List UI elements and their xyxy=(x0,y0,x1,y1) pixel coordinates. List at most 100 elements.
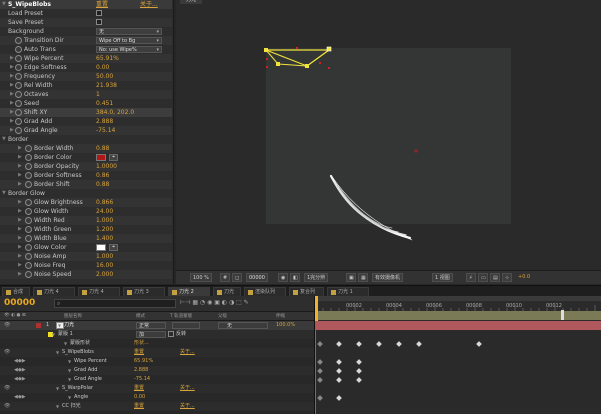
about-link[interactable]: 关于... xyxy=(180,384,195,393)
expand-arrow-icon[interactable]: ▼ xyxy=(56,402,59,411)
effect-row-value[interactable]: 16.00 xyxy=(96,261,113,270)
timeline-icon[interactable]: ▤ xyxy=(490,273,500,282)
timeline-layer-row[interactable]: ▼ 蒙版 1 加 反转 xyxy=(0,330,314,339)
effect-row-noise-freq[interactable]: ▶ Noise Freq 16.00 xyxy=(0,261,172,270)
timeline-switches-icon[interactable]: ⊢⊣ ▦ ◔ ◉ ▣ ◐ ◑ ⬚ ✎ xyxy=(180,299,249,306)
composition-viewer[interactable]: 刀光 xyxy=(176,0,601,284)
effect-dropdown[interactable]: Wipe Off to Bg xyxy=(96,37,162,44)
effect-row-noise-amp[interactable]: ▶ Noise Amp 1.000 xyxy=(0,252,172,261)
about-link[interactable]: 关于... xyxy=(180,402,195,411)
stopwatch-icon[interactable] xyxy=(25,145,32,152)
timeline-tracks[interactable] xyxy=(314,321,601,414)
effect-row-value[interactable]: 0.00 xyxy=(96,63,109,72)
stopwatch-icon[interactable] xyxy=(25,199,32,206)
property-value[interactable]: 0.00 xyxy=(134,393,145,402)
expand-arrow-icon[interactable]: ▶ xyxy=(10,72,14,81)
stopwatch-icon[interactable] xyxy=(25,262,32,269)
expand-arrow-icon[interactable]: ▶ xyxy=(18,252,22,261)
region-icon[interactable]: ▣ xyxy=(346,273,356,282)
camera-dropdown[interactable]: 有效摄像机 xyxy=(372,273,404,282)
expand-arrow-icon[interactable]: ▶ xyxy=(18,198,22,207)
effect-row-value[interactable]: 0.88 xyxy=(96,144,109,153)
checkbox[interactable] xyxy=(96,19,102,25)
keyframe-marker[interactable] xyxy=(317,367,323,374)
effect-row-background[interactable]: Background 无 xyxy=(0,27,172,36)
stretch-value[interactable]: 100.0% xyxy=(276,321,295,330)
keyframe-marker[interactable] xyxy=(356,358,362,365)
expand-arrow-icon[interactable]: ▶ xyxy=(10,81,14,90)
effect-row-value[interactable]: -75.14 xyxy=(96,126,115,135)
effect-row-value[interactable]: 0.86 xyxy=(96,171,109,180)
stopwatch-icon[interactable] xyxy=(25,244,32,251)
effect-row-value[interactable]: 1.000 xyxy=(96,216,113,225)
layer-name[interactable]: Grad Angle xyxy=(74,375,102,384)
effect-row-value[interactable]: 21.938 xyxy=(96,81,117,90)
collapse-arrow-icon[interactable]: ▼ xyxy=(2,0,6,9)
effect-row-border-glow[interactable]: ▼ Border Glow xyxy=(0,189,172,198)
stopwatch-icon[interactable] xyxy=(25,217,32,224)
work-area-end-handle[interactable] xyxy=(561,310,564,320)
expand-arrow-icon[interactable]: ▶ xyxy=(18,216,22,225)
invert-checkbox[interactable] xyxy=(168,331,174,337)
effect-row-glow-brightness[interactable]: ▶ Glow Brightness 0.866 xyxy=(0,198,172,207)
work-area-range[interactable] xyxy=(315,311,601,320)
effect-row-glow-width[interactable]: ▶ Glow Width 24.00 xyxy=(0,207,172,216)
effect-row-value[interactable]: 50.00 xyxy=(96,72,113,81)
stopwatch-icon[interactable] xyxy=(15,82,22,89)
stopwatch-icon[interactable] xyxy=(15,64,22,71)
effect-row-save-preset[interactable]: Save Preset xyxy=(0,18,172,27)
effect-row-border-width[interactable]: ▶ Border Width 0.88 xyxy=(0,144,172,153)
effect-row-value[interactable]: 65.91% xyxy=(96,54,119,63)
expand-arrow-icon[interactable]: ▶ xyxy=(10,54,14,63)
camera-icon[interactable]: ◉ xyxy=(278,273,288,282)
channel-icon[interactable]: ◧ xyxy=(290,273,300,282)
effect-row-glow-color[interactable]: ▶ Glow Color ⌖ xyxy=(0,243,172,252)
zoom-dropdown[interactable]: 100 % xyxy=(190,273,212,282)
property-value[interactable]: 重置 xyxy=(134,402,144,411)
layer-name[interactable]: S_WarpPolar xyxy=(62,384,93,393)
effect-row-seed[interactable]: ▶ Seed 0.451 xyxy=(0,99,172,108)
mask-overlay[interactable] xyxy=(176,0,601,270)
timeline-layer-row[interactable]: ◀◆▶ ▼ Wipe Percent 65.91% xyxy=(0,357,314,366)
effect-row-value[interactable]: 2.000 xyxy=(96,270,113,279)
property-value[interactable]: 形状... xyxy=(134,339,149,348)
property-value[interactable]: -75.14 xyxy=(134,375,150,384)
stopwatch-icon[interactable] xyxy=(25,181,32,188)
eyedropper-icon[interactable]: ⌖ xyxy=(109,244,118,251)
keyframe-marker[interactable] xyxy=(376,340,382,347)
layer-name[interactable]: Angle xyxy=(74,393,88,402)
effect-row-width-green[interactable]: ▶ Width Green 1.200 xyxy=(0,225,172,234)
effect-row-value[interactable]: 24.00 xyxy=(96,207,113,216)
keyframe-marker[interactable] xyxy=(336,358,342,365)
expand-arrow-icon[interactable]: ▶ xyxy=(10,117,14,126)
keyframe-nav-icon[interactable]: ◀◆▶ xyxy=(14,366,26,375)
expand-arrow-icon[interactable]: ▶ xyxy=(18,144,22,153)
effect-row-grad-angle[interactable]: ▶ Grad Angle -75.14 xyxy=(0,126,172,135)
keyframe-marker[interactable] xyxy=(356,376,362,383)
expand-arrow-icon[interactable]: ▶ xyxy=(18,234,22,243)
keyframe-marker[interactable] xyxy=(336,376,342,383)
effect-row-border-opacity[interactable]: ▶ Border Opacity 1.0000 xyxy=(0,162,172,171)
keyframe-nav-icon[interactable]: ◀◆▶ xyxy=(14,375,26,384)
stopwatch-icon[interactable] xyxy=(25,271,32,278)
keyframe-marker[interactable] xyxy=(396,340,402,347)
timeline-layer-row[interactable]: ▼ 蒙版形状 形状... xyxy=(0,339,314,348)
stopwatch-icon[interactable] xyxy=(15,73,22,80)
collapse-arrow-icon[interactable]: ▼ xyxy=(2,189,6,198)
effect-row-value[interactable]: 1.000 xyxy=(96,252,113,261)
expand-arrow-icon[interactable]: ▶ xyxy=(18,261,22,270)
layer-name[interactable]: 蒙版形状 xyxy=(70,339,90,348)
keyframe-marker[interactable] xyxy=(476,340,482,347)
effect-row-value[interactable]: 0.88 xyxy=(96,180,109,189)
property-value[interactable]: 65.91% xyxy=(134,357,153,366)
keyframe-nav-icon[interactable]: ◀◆▶ xyxy=(14,393,26,402)
expand-arrow-icon[interactable]: ▶ xyxy=(10,63,14,72)
stopwatch-icon[interactable] xyxy=(15,91,22,98)
blend-mode-dropdown[interactable]: 加 xyxy=(136,331,166,338)
effect-row-shift-xy[interactable]: ▶ Shift XY 384.0, 202.0 xyxy=(0,108,172,117)
views-dropdown[interactable]: 1 视图 xyxy=(432,273,453,282)
expand-arrow-icon[interactable]: ▼ xyxy=(58,321,61,330)
stopwatch-icon[interactable] xyxy=(15,118,22,125)
keyframe-marker[interactable] xyxy=(356,340,362,347)
stopwatch-icon[interactable] xyxy=(25,208,32,215)
